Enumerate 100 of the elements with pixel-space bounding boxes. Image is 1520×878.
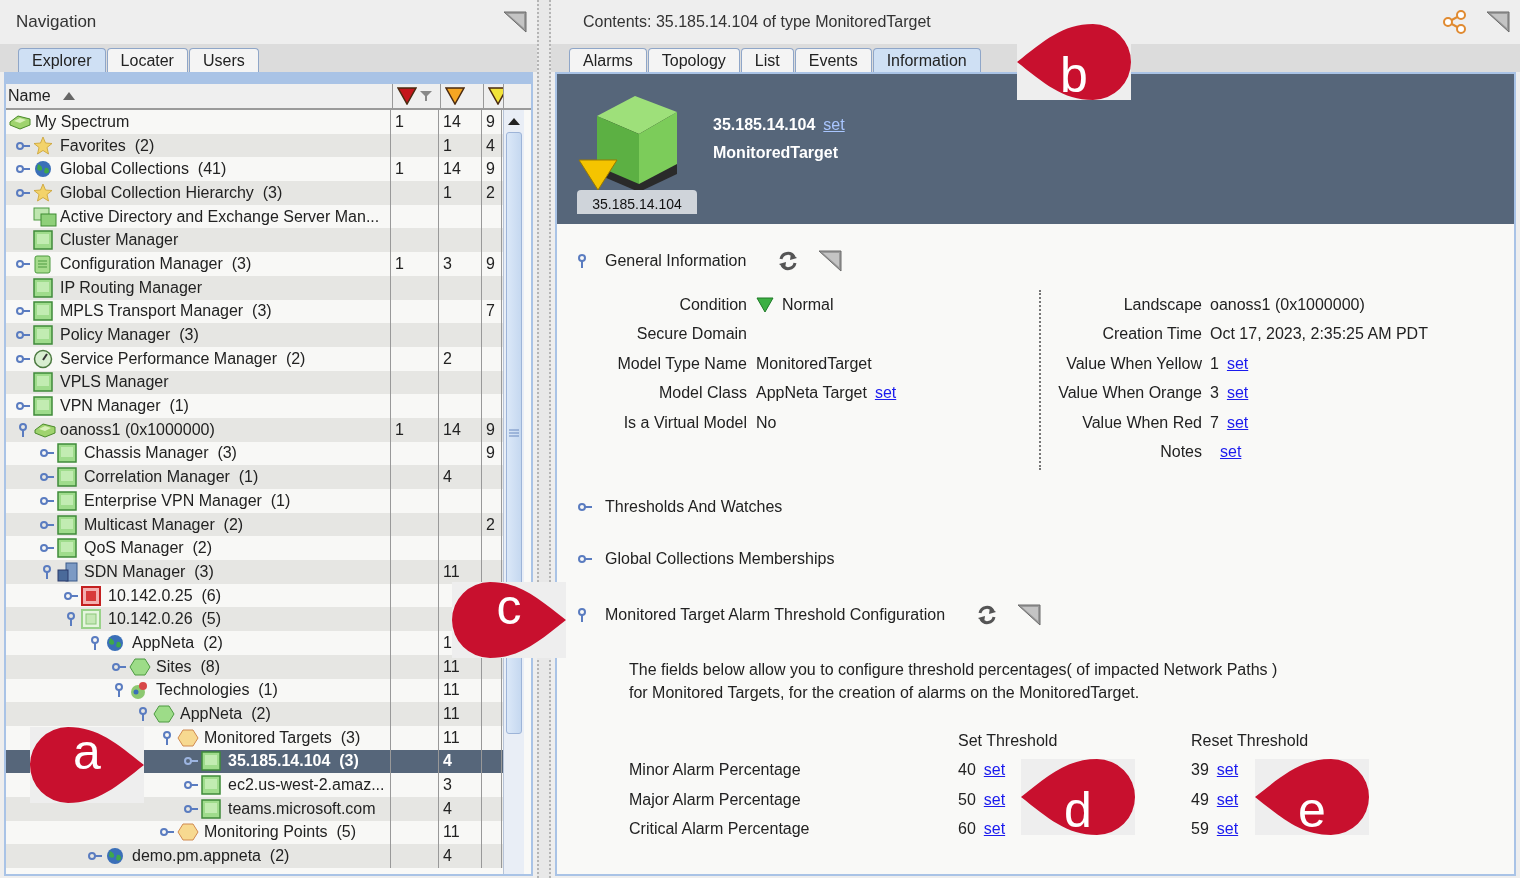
alarm-count: 1 bbox=[395, 160, 404, 179]
threshold-label: Major Alarm Percentage bbox=[629, 790, 802, 809]
alarm-count: 1 bbox=[395, 112, 404, 131]
callout-tooltip: b bbox=[1017, 24, 1131, 100]
alarm-count: 3 bbox=[443, 254, 452, 273]
tree-item-label: 10.142.0.26 (5) bbox=[108, 610, 221, 629]
field-label: Secure Domain bbox=[635, 325, 747, 344]
alarm-count: 4 bbox=[443, 468, 452, 487]
tree-item-label: MPLS Transport Manager (3) bbox=[60, 302, 272, 321]
tree-item-label: Correlation Manager (1) bbox=[84, 468, 259, 487]
icon-label: 35.185.14.104 bbox=[577, 190, 697, 214]
alarm-count: 1 bbox=[395, 254, 404, 273]
threshold-label: Minor Alarm Percentage bbox=[629, 761, 802, 780]
threshold-value: 39 bbox=[1191, 761, 1209, 780]
field-value: AppNeta Target bbox=[756, 384, 867, 403]
alarm-count: 1 bbox=[443, 136, 452, 155]
alarm-count: 4 bbox=[443, 799, 452, 818]
alarm-count: 14 bbox=[443, 160, 461, 179]
alarm-count: 11 bbox=[443, 657, 460, 676]
field-value: 7 bbox=[1210, 413, 1219, 432]
alarm-count: 1 bbox=[395, 420, 404, 439]
alarm-count: 9 bbox=[486, 444, 495, 463]
alarm-count: 14 bbox=[443, 420, 461, 439]
column-heading: Reset Threshold bbox=[1191, 731, 1310, 750]
alarm-count: 9 bbox=[486, 254, 495, 273]
callout-tooltip: c bbox=[452, 581, 566, 658]
field-label: Creation Time bbox=[1101, 325, 1202, 344]
tree-item-label: VPLS Manager bbox=[60, 373, 169, 392]
tree-item-label: 10.142.0.25 (6) bbox=[108, 586, 221, 605]
alarm-count: 2 bbox=[443, 349, 452, 368]
tree-item-label: Active Directory and Exchange Server Man... bbox=[60, 207, 380, 226]
field-label: Is a Virtual Model bbox=[622, 413, 747, 432]
field-value: 1 bbox=[1210, 354, 1219, 373]
field-value: oanoss1 (0x1000000) bbox=[1210, 295, 1365, 314]
tree-item-label: ec2.us-west-2.amaz... bbox=[228, 776, 385, 795]
field-label: Notes bbox=[1159, 443, 1202, 462]
tree-item-label: Service Performance Manager (2) bbox=[60, 349, 306, 368]
field-value: Normal bbox=[782, 295, 834, 314]
tree-item-label: IP Routing Manager bbox=[60, 278, 202, 297]
alarm-count: 4 bbox=[486, 136, 495, 155]
tree-item-label: Technologies (1) bbox=[156, 681, 278, 700]
tree-item-label: AppNeta (2) bbox=[180, 705, 271, 724]
alarm-count: 9 bbox=[486, 160, 495, 179]
tree-item-label: Favorites (2) bbox=[60, 136, 155, 155]
field-label: Landscape bbox=[1122, 295, 1202, 314]
tree-item-label: Global Collections (41) bbox=[60, 160, 227, 179]
callout-tooltip: a bbox=[30, 727, 144, 803]
field-value: No bbox=[756, 413, 777, 432]
tree-item-label: Cluster Manager bbox=[60, 231, 179, 250]
field-label: Condition bbox=[678, 295, 747, 314]
field-label: Model Class bbox=[657, 384, 747, 403]
tree-item-label: teams.microsoft.com bbox=[228, 799, 376, 818]
model-name: 35.185.14.104 bbox=[713, 116, 816, 134]
threshold-value: 59 bbox=[1191, 820, 1209, 839]
tree-item-label: Chassis Manager (3) bbox=[84, 444, 237, 463]
threshold-value: 40 bbox=[958, 761, 976, 780]
column-heading: Set Threshold bbox=[958, 731, 1059, 750]
tree-item-label: Monitored Targets (3) bbox=[204, 728, 361, 747]
alarm-count: 4 bbox=[443, 847, 452, 866]
field-label: Value When Red bbox=[1081, 413, 1202, 432]
field-label: Value When Yellow bbox=[1065, 354, 1202, 373]
panel-title: Navigation bbox=[16, 12, 97, 32]
tree-item-label: My Spectrum bbox=[35, 112, 130, 131]
field-value: 3 bbox=[1210, 384, 1219, 403]
tree-item-label: oanoss1 (0x1000000) bbox=[60, 420, 215, 439]
alarm-count: 9 bbox=[486, 420, 495, 439]
tree-item-label: AppNeta (2) bbox=[132, 633, 223, 652]
field-label: Value When Orange bbox=[1057, 384, 1202, 403]
threshold-value: 60 bbox=[958, 820, 976, 839]
tree-item-label: Policy Manager (3) bbox=[60, 326, 199, 345]
alarm-count: 3 bbox=[443, 776, 452, 795]
alarm-count: 11 bbox=[443, 681, 460, 700]
description-text: The fields below allow you to configure threshold percentages( of impacted Network Paths ) bbox=[629, 660, 1279, 680]
tree-item-label: Multicast Manager (2) bbox=[84, 515, 244, 534]
tree-item-label: QoS Manager (2) bbox=[84, 539, 213, 558]
alarm-count: 11 bbox=[443, 728, 460, 747]
threshold-value: 50 bbox=[958, 790, 976, 809]
panel-title: Contents: 35.185.14.104 of type MonitoredTarget bbox=[582, 13, 931, 31]
alarm-count: 1 bbox=[443, 183, 452, 202]
field-value: MonitoredTarget bbox=[756, 354, 872, 373]
tree-item-label: Global Collection Hierarchy (3) bbox=[60, 183, 283, 202]
field-label: Model Type Name bbox=[616, 354, 747, 373]
alarm-count: 7 bbox=[486, 302, 495, 321]
callout-tooltip: d bbox=[1021, 759, 1135, 835]
alarm-count: 11 bbox=[443, 562, 460, 581]
tree-item-label: VPN Manager (1) bbox=[60, 397, 189, 416]
alarm-count: 11 bbox=[443, 705, 460, 724]
tree-item-label: Monitoring Points (5) bbox=[204, 823, 357, 842]
description-text: for Monitored Targets, for the creation of alarms on the MonitoredTarget. bbox=[629, 683, 1141, 703]
alarm-count: 9 bbox=[486, 112, 495, 131]
field-value: Oct 17, 2023, 2:35:25 AM PDT bbox=[1210, 325, 1428, 344]
alarm-count: 2 bbox=[486, 183, 495, 202]
alarm-count: 4 bbox=[443, 752, 452, 771]
tree-item-label: Enterprise VPN Manager (1) bbox=[84, 491, 291, 510]
model-type: MonitoredTarget bbox=[713, 144, 840, 162]
alarm-count: 14 bbox=[443, 112, 461, 131]
alarm-count: 11 bbox=[443, 823, 460, 842]
callout-tooltip: e bbox=[1255, 759, 1369, 835]
alarm-count: 2 bbox=[486, 515, 495, 534]
alarm-count: 1 bbox=[443, 633, 452, 652]
